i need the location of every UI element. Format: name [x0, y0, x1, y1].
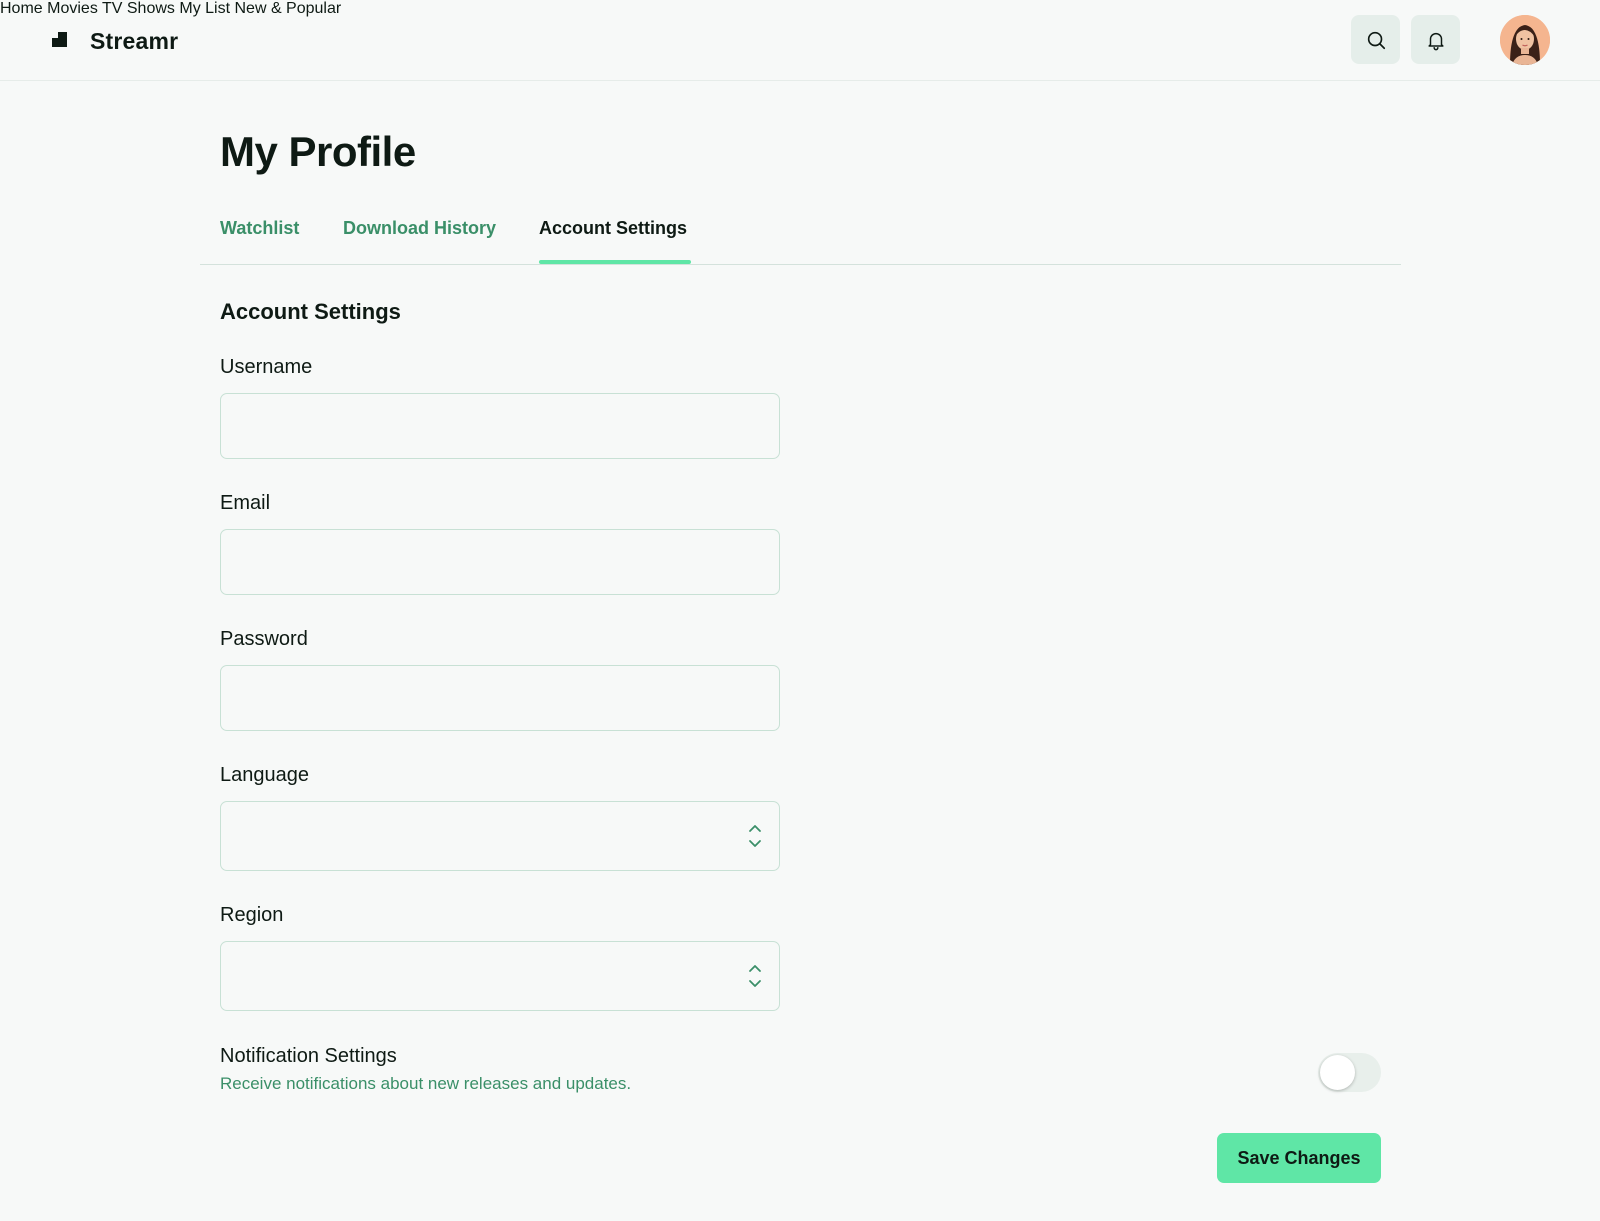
chevron-up-down-icon [749, 965, 761, 987]
username-label: Username [220, 356, 313, 378]
avatar-image [1500, 15, 1550, 65]
username-input[interactable] [220, 393, 780, 459]
language-select[interactable] [220, 801, 780, 871]
bell-icon [1427, 32, 1444, 50]
tab-download-history[interactable]: Download History [343, 218, 496, 239]
password-label: Password [220, 628, 308, 650]
chevron-up-down-icon [749, 825, 761, 847]
nav-movies[interactable]: Movies [47, 0, 98, 17]
tab-watchlist[interactable]: Watchlist [220, 218, 299, 239]
search-button[interactable] [1351, 15, 1400, 64]
logo-mark-icon [52, 31, 70, 52]
notification-settings-description: Receive notifications about new releases… [220, 1074, 632, 1093]
brand-name: Streamr [90, 28, 179, 54]
profile-tabs: Watchlist Download History Account Setti… [200, 213, 1401, 265]
region-label: Region [220, 904, 284, 926]
logo[interactable]: Streamr [52, 28, 178, 55]
password-input[interactable] [220, 665, 780, 731]
top-header: Streamr Home Movies TV Shows My List New… [0, 0, 1600, 81]
nav-new-popular[interactable]: New & Popular [234, 0, 341, 17]
user-avatar[interactable] [1500, 15, 1550, 65]
active-tab-indicator [539, 260, 691, 264]
section-title: Account Settings [220, 299, 401, 324]
notification-settings-title: Notification Settings [220, 1045, 397, 1067]
toggle-knob [1320, 1055, 1355, 1090]
tab-account-settings[interactable]: Account Settings [539, 218, 687, 239]
nav-tv-shows[interactable]: TV Shows [102, 0, 175, 17]
notifications-toggle[interactable] [1318, 1053, 1381, 1092]
email-label: Email [220, 492, 271, 514]
save-changes-button[interactable]: Save Changes [1217, 1133, 1381, 1183]
language-label: Language [220, 764, 309, 786]
nav-my-list[interactable]: My List [179, 0, 230, 17]
region-select[interactable] [220, 941, 780, 1011]
email-input[interactable] [220, 529, 780, 595]
nav-home[interactable]: Home [0, 0, 43, 17]
notifications-button[interactable] [1411, 15, 1460, 64]
search-icon [1367, 31, 1385, 49]
page-title: My Profile [220, 128, 416, 175]
